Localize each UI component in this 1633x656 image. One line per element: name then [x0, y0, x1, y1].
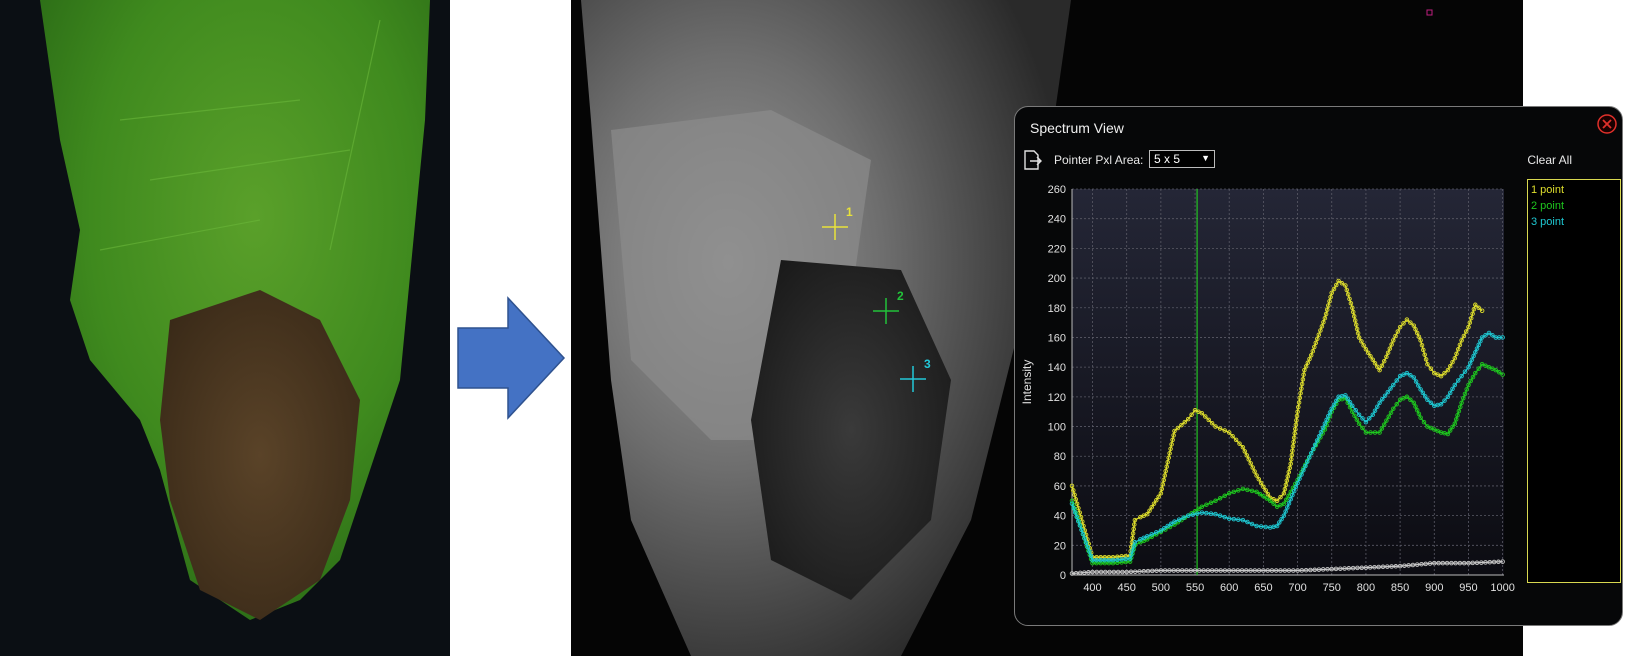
- x-tick-label: 900: [1425, 582, 1443, 594]
- y-tick-label: 120: [1048, 392, 1066, 404]
- spectrum-view-window: Spectrum View Pointer Pxl Area: 5 x 5 ▼ …: [1014, 106, 1623, 626]
- y-tick-label: 200: [1048, 273, 1066, 285]
- x-tick-label: 550: [1186, 582, 1204, 594]
- y-tick-label: 80: [1054, 451, 1066, 463]
- marker-2[interactable]: [873, 298, 899, 324]
- legend-item-3: 3 point: [1531, 216, 1565, 228]
- pointer-area-value: 5 x 5: [1154, 152, 1181, 166]
- leaf-rgb-image: [0, 0, 450, 656]
- marker-3-label: 3: [924, 357, 931, 371]
- plot-area: [1072, 189, 1504, 575]
- x-axis-label: Band: [1274, 596, 1302, 597]
- x-tick-label: 600: [1220, 582, 1238, 594]
- legend-item-2: 2 point: [1531, 200, 1565, 212]
- spectrum-chart: 400 450 500 550 600 650 700 750 800 850 900 950 1000…: [1020, 184, 1515, 597]
- y-tick-label: 160: [1048, 332, 1066, 344]
- x-tick-label: 650: [1254, 582, 1272, 594]
- marker-3[interactable]: [900, 366, 926, 392]
- y-axis-label: Intensity: [1020, 360, 1034, 405]
- legend: 1 point 2 point 3 point: [1527, 179, 1621, 583]
- x-tick-label: 1000: [1490, 582, 1514, 594]
- y-tick-label: 260: [1048, 184, 1066, 196]
- y-tick-label: 180: [1048, 303, 1066, 315]
- panel-title: Spectrum View: [1030, 120, 1124, 136]
- legend-item-1: 1 point: [1531, 184, 1565, 196]
- pointer-area-select[interactable]: 5 x 5 ▼: [1149, 150, 1215, 168]
- x-tick-label: 750: [1323, 582, 1341, 594]
- y-tick-label: 40: [1054, 511, 1066, 523]
- y-tick-label: 100: [1048, 422, 1066, 434]
- y-tick-label: 60: [1054, 481, 1066, 493]
- pointer-area-label: Pointer Pxl Area:: [1054, 153, 1144, 167]
- y-tick-label: 0: [1060, 570, 1066, 582]
- marker-1[interactable]: [822, 214, 848, 240]
- close-icon[interactable]: [1596, 113, 1618, 135]
- export-icon[interactable]: [1021, 149, 1043, 171]
- x-tick-label: 950: [1459, 582, 1477, 594]
- marker-2-label: 2: [897, 289, 904, 303]
- chevron-down-icon: ▼: [1201, 153, 1210, 163]
- y-tick-label: 240: [1048, 214, 1066, 226]
- x-tick-label: 800: [1357, 582, 1375, 594]
- y-tick-label: 140: [1048, 362, 1066, 374]
- clear-all-button[interactable]: Clear All: [1527, 153, 1572, 167]
- marker-1-label: 1: [846, 205, 853, 219]
- x-tick-label: 850: [1391, 582, 1409, 594]
- x-tick-label: 700: [1288, 582, 1306, 594]
- x-tick-label: 400: [1083, 582, 1101, 594]
- spectrum-toolbar: Pointer Pxl Area: 5 x 5 ▼ Clear All: [1015, 145, 1622, 175]
- arrow-right-icon: [457, 296, 566, 420]
- y-tick-label: 220: [1048, 243, 1066, 255]
- y-tick-label: 20: [1054, 540, 1066, 552]
- x-tick-label: 450: [1118, 582, 1136, 594]
- x-tick-label: 500: [1152, 582, 1170, 594]
